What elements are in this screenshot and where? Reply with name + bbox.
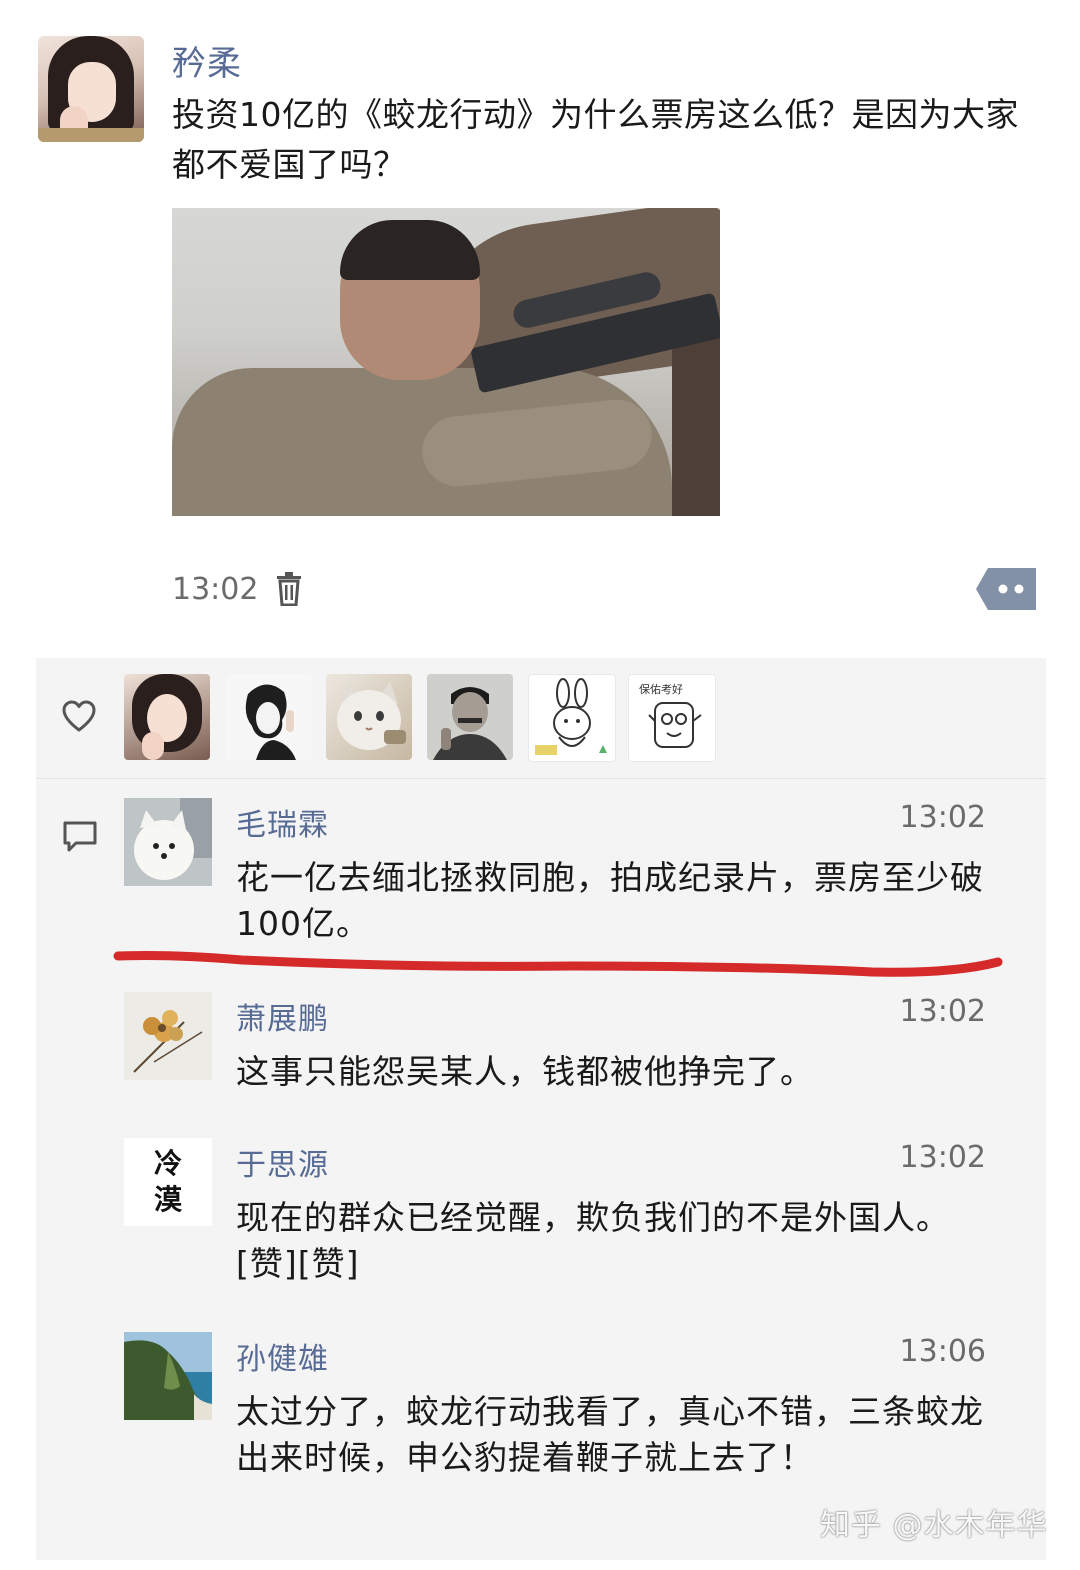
comment-time: 13:06: [899, 1334, 986, 1369]
commenter-avatar[interactable]: [124, 992, 212, 1080]
liker-sketch-icon: [245, 684, 296, 760]
zhihu-watermark: 知乎 @水木年华: [820, 1508, 1048, 1543]
comment-time: 13:02: [899, 1140, 986, 1175]
author-avatar[interactable]: [38, 36, 144, 142]
comment-time: 13:02: [899, 994, 986, 1029]
more-dots-icon[interactable]: [976, 568, 1036, 610]
commenter-name[interactable]: 毛瑞霖: [236, 800, 329, 844]
coast-avatar-icon: [124, 1332, 212, 1420]
heart-icon: [62, 700, 96, 732]
red-highlight-underline: [113, 951, 1003, 977]
post-image[interactable]: [172, 208, 720, 516]
liker-avatar[interactable]: [226, 674, 312, 760]
flower-avatar-icon: [124, 992, 212, 1080]
post-time: 13:02: [172, 572, 259, 607]
dog-avatar-icon: [124, 798, 212, 886]
liker-avatar[interactable]: 保佑考好: [628, 674, 716, 762]
commenter-avatar[interactable]: 冷漠: [124, 1138, 212, 1226]
avatar-cloth: [38, 128, 144, 142]
liker-avatar[interactable]: [326, 674, 412, 760]
trash-icon[interactable]: [276, 572, 302, 606]
liker-avatar[interactable]: [124, 674, 210, 760]
comment-text[interactable]: 花一亿去缅北拯救同胞，拍成纪录片，票房至少破100亿。: [236, 855, 996, 947]
comment-text[interactable]: 太过分了，蛟龙行动我看了，真心不错，三条蛟龙出来时候，申公豹提着鞭子就上去了！: [236, 1389, 996, 1481]
liker-man-icon: [427, 674, 513, 760]
comment-bubble-icon: [63, 821, 97, 852]
photo-soldier-hair: [340, 220, 480, 280]
liker-cat-icon: [337, 682, 406, 750]
likes-separator: [36, 778, 1046, 779]
photo-dirt: [672, 328, 720, 516]
calligraphy-avatar-text: 冷漠: [154, 1147, 183, 1216]
liker-sticker-icon: 保佑考好: [639, 682, 702, 748]
comment-text[interactable]: 现在的群众已经觉醒，欺负我们的不是外国人。[赞][赞]: [236, 1195, 996, 1287]
commenter-name[interactable]: 萧展鹏: [236, 994, 329, 1038]
liker-avatar[interactable]: [528, 674, 616, 762]
author-name[interactable]: 矜柔: [172, 36, 242, 85]
liker-sticker-text: 保佑考好: [639, 682, 683, 696]
post-text: 投资10亿的《蛟龙行动》为什么票房这么低？是因为大家都不爱国了吗？: [172, 95, 1019, 184]
commenter-name[interactable]: 于思源: [236, 1140, 329, 1184]
comment-time: 13:02: [899, 800, 986, 835]
comment-text[interactable]: 这事只能怨吴某人，钱都被他挣完了。: [236, 1049, 996, 1095]
liker-avatar[interactable]: [427, 674, 513, 760]
liker-portrait-icon: [132, 674, 202, 760]
commenter-avatar[interactable]: [124, 798, 212, 886]
liker-rabbit-icon: [535, 678, 607, 755]
commenter-name[interactable]: 孙健雄: [236, 1334, 329, 1378]
commenter-avatar[interactable]: [124, 1332, 212, 1420]
